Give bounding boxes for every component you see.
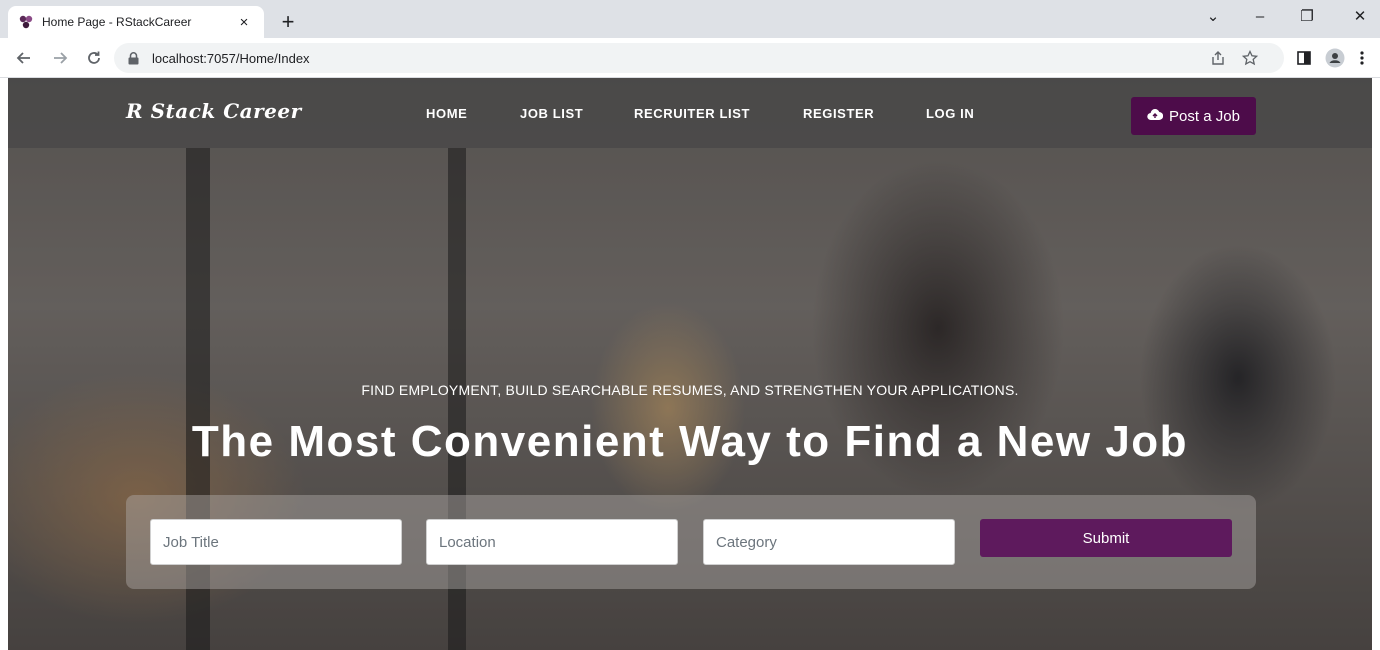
tab-title: Home Page - RStackCareer: [42, 15, 192, 29]
address-bar[interactable]: localhost:7057/Home/Index: [114, 43, 1284, 73]
category-input[interactable]: [703, 519, 955, 565]
browser-toolbar: localhost:7057/Home/Index: [0, 38, 1380, 78]
star-icon[interactable]: [1235, 43, 1265, 73]
nav-log-in[interactable]: LOG IN: [926, 106, 974, 121]
post-job-label: Post a Job: [1169, 107, 1240, 125]
profile-icon[interactable]: [1320, 43, 1350, 73]
tab-search-icon[interactable]: ⌄: [1198, 4, 1228, 28]
nav-recruiter-list[interactable]: RECRUITER LIST: [634, 106, 750, 121]
job-search-form: Submit: [126, 495, 1256, 589]
hero-headline: The Most Convenient Way to Find a New Jo…: [191, 417, 1189, 466]
menu-icon[interactable]: [1352, 43, 1372, 73]
back-icon[interactable]: [12, 46, 36, 70]
restore-button[interactable]: ❐: [1292, 4, 1322, 28]
sidepanel-icon[interactable]: [1289, 43, 1319, 73]
submit-button[interactable]: Submit: [980, 519, 1232, 557]
post-job-button[interactable]: Post a Job: [1131, 97, 1256, 135]
cloud-upload-icon: [1147, 108, 1164, 125]
new-tab-button[interactable]: +: [274, 8, 302, 36]
minimize-button[interactable]: –: [1245, 4, 1275, 28]
site-navbar: R Stack Career HOME JOB LIST RECRUITER L…: [8, 78, 1372, 148]
hero-tagline: FIND EMPLOYMENT, BUILD SEARCHABLE RESUME…: [361, 382, 1019, 398]
forward-icon[interactable]: [48, 46, 72, 70]
lock-icon: [128, 51, 140, 65]
close-tab-icon[interactable]: ×: [234, 12, 254, 32]
nav-job-list[interactable]: JOB LIST: [520, 106, 583, 121]
hero-section: R Stack Career HOME JOB LIST RECRUITER L…: [8, 78, 1372, 650]
nav-home[interactable]: HOME: [426, 106, 467, 121]
brand-logo[interactable]: R Stack Career: [126, 99, 302, 123]
reload-icon[interactable]: [82, 46, 106, 70]
location-input[interactable]: [426, 519, 678, 565]
url-text: localhost:7057/Home/Index: [152, 50, 310, 66]
close-window-button[interactable]: ✕: [1345, 4, 1375, 28]
tab-strip: Home Page - RStackCareer × + ⌄ – ❐ ✕: [0, 0, 1380, 38]
browser-tab[interactable]: Home Page - RStackCareer ×: [8, 6, 264, 38]
favicon-icon: [18, 14, 34, 30]
job-title-input[interactable]: [150, 519, 402, 565]
share-icon[interactable]: [1203, 43, 1233, 73]
nav-register[interactable]: REGISTER: [803, 106, 874, 121]
